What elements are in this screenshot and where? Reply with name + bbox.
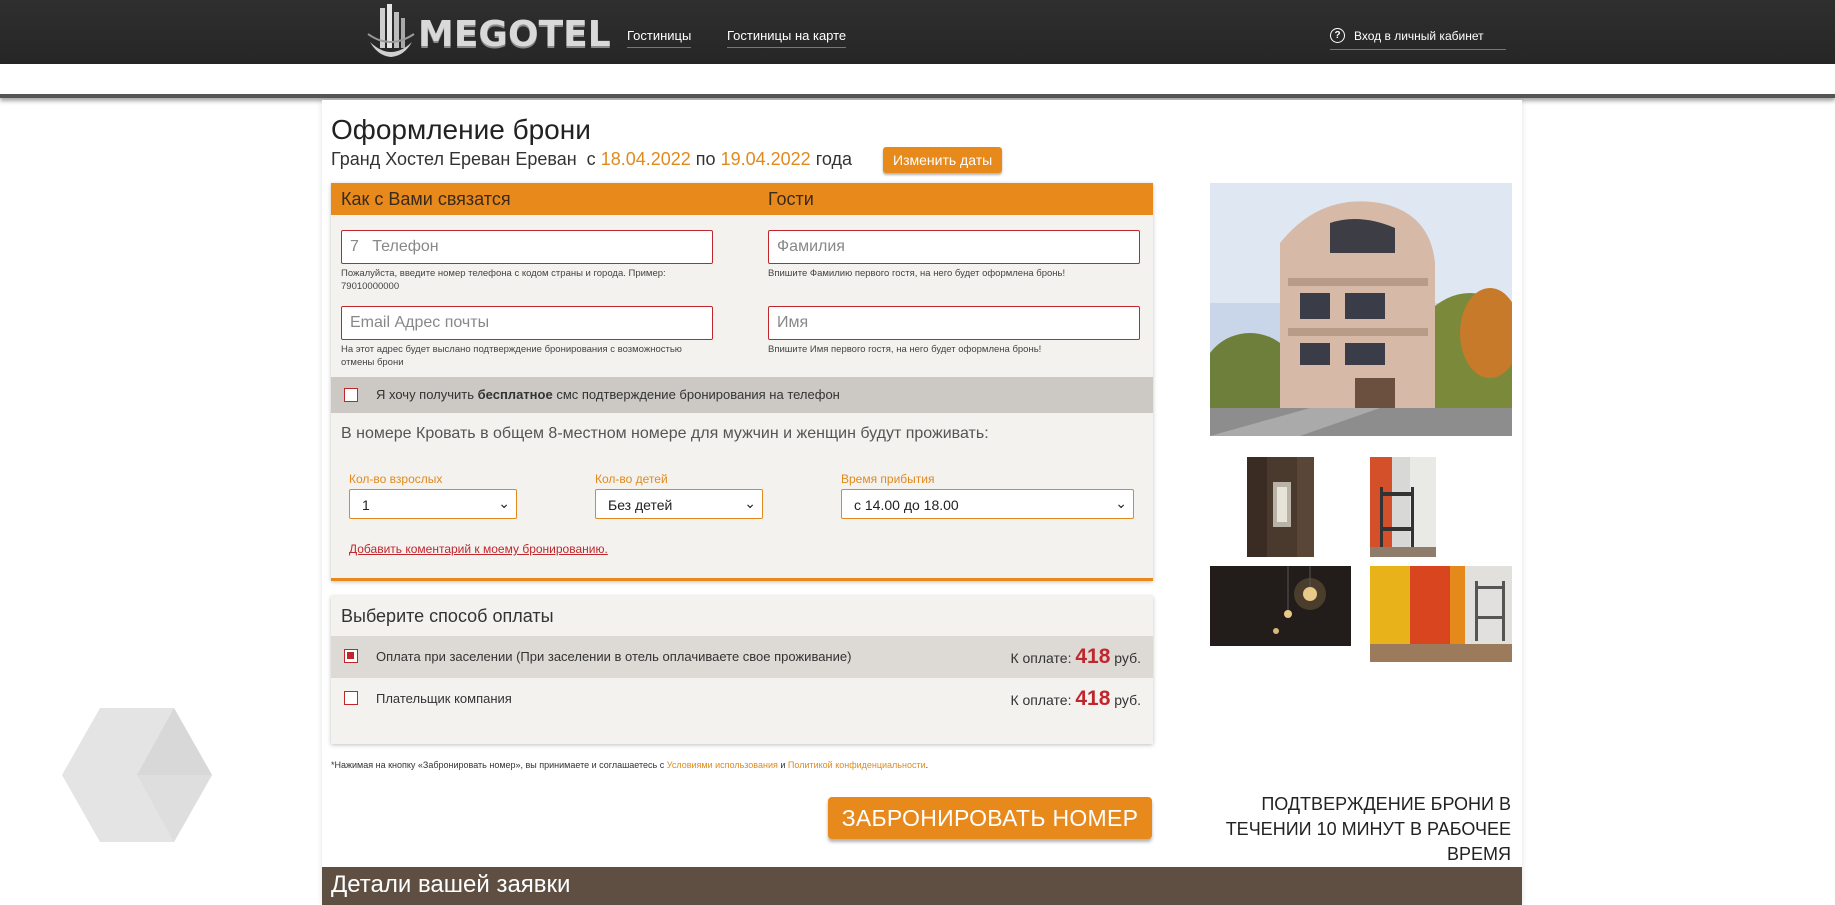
- hotel-name: Гранд Хостел Ереван Ереван: [331, 149, 577, 169]
- privacy-link[interactable]: Политикой конфиденциальности: [788, 760, 926, 770]
- to-prefix: по: [695, 149, 716, 169]
- phone-prefix: 7: [350, 238, 359, 255]
- email-placeholder: Email Адрес почты: [350, 314, 490, 331]
- payment-option-label: Плательщик компания: [376, 691, 512, 706]
- sms-label-after: смс подтверждение бронирования на телефо…: [556, 387, 840, 402]
- hotel-thumbnail-2[interactable]: [1370, 457, 1436, 557]
- payment-title: Выберите способ оплаты: [341, 606, 554, 626]
- name-field[interactable]: Имя: [768, 306, 1140, 340]
- phone-placeholder-text: Телефон: [372, 238, 439, 255]
- children-label: Кол-во детей: [595, 472, 668, 486]
- date-to: 19.04.2022: [720, 149, 811, 169]
- amount-label: К оплате:: [1010, 650, 1072, 666]
- phone-placeholder: 7 Телефон: [350, 238, 439, 256]
- hotel-lights-image: [1210, 566, 1351, 646]
- email-field[interactable]: Email Адрес почты: [341, 306, 713, 340]
- adults-value: 1: [362, 497, 370, 513]
- adults-select[interactable]: 1 ⌄: [349, 489, 517, 519]
- payment-on-arrival-checkbox[interactable]: [344, 649, 358, 663]
- amount-currency: руб.: [1114, 650, 1141, 666]
- terms-link[interactable]: Условиями использования: [667, 760, 778, 770]
- hotel-orange-room-image: [1370, 566, 1512, 662]
- phone-field[interactable]: 7 Телефон: [341, 230, 713, 264]
- sub-header-strip: [0, 64, 1835, 98]
- from-prefix: с: [586, 149, 596, 169]
- payment-company-checkbox[interactable]: [344, 691, 358, 705]
- surname-hint: Впишите Фамилию первого гостя, на него б…: [768, 268, 1066, 279]
- amount-currency: руб.: [1114, 692, 1141, 708]
- logo-text: MEGOTEL: [418, 14, 611, 55]
- details-section-header: Детали вашей заявки: [322, 867, 1522, 905]
- year-suffix: года: [815, 149, 852, 169]
- payment-amount: К оплате: 418 руб.: [1010, 645, 1141, 669]
- amount-value: 418: [1075, 687, 1111, 710]
- children-value: Без детей: [608, 497, 673, 513]
- sms-label-bold: бесплатное: [477, 387, 553, 402]
- email-hint: На этот адрес будет выслано подтверждени…: [341, 344, 682, 368]
- chevron-down-icon: ⌄: [1115, 495, 1127, 511]
- hotel-thumbnail-4[interactable]: [1370, 566, 1512, 662]
- payment-option-company[interactable]: Плательщик компания К оплате: 418 руб.: [331, 678, 1153, 720]
- arrival-value: с 14.00 до 18.00: [854, 497, 959, 513]
- sms-confirmation-row: Я хочу получить бесплатное смс подтвержд…: [331, 377, 1153, 413]
- booking-subtitle: Гранд Хостел Ереван Ереван с 18.04.2022 …: [331, 149, 852, 170]
- hotel-main-photo[interactable]: [1210, 183, 1512, 436]
- login-link[interactable]: ? Вход в личный кабинет: [1330, 27, 1506, 50]
- nav-hotels-map-link[interactable]: Гостиницы на карте: [727, 28, 847, 48]
- terms-agreement-text: *Нажимая на кнопку «Забронировать номер»…: [331, 760, 928, 770]
- page-title: Оформление брони: [331, 114, 591, 145]
- top-navigation-bar: MEGOTEL Гостиницы Гостиницы на карте ? В…: [0, 0, 1835, 64]
- adults-label: Кол-во взрослых: [349, 472, 443, 486]
- amount-label: К оплате:: [1010, 692, 1072, 708]
- agree-text: *Нажимая на кнопку «Забронировать номер»…: [331, 760, 665, 770]
- nav-hotels-link[interactable]: Гостиницы: [627, 28, 692, 48]
- arrival-time-select[interactable]: с 14.00 до 18.00 ⌄: [841, 489, 1134, 519]
- sms-label: Я хочу получить бесплатное смс подтвержд…: [376, 387, 840, 402]
- logo-building-icon: [367, 4, 415, 57]
- hotel-thumbnail-3[interactable]: [1210, 566, 1351, 646]
- chevron-down-icon: ⌄: [744, 495, 756, 511]
- agree-and: и: [780, 760, 786, 770]
- megotel-logo[interactable]: MEGOTEL: [366, 4, 611, 60]
- date-from: 18.04.2022: [600, 149, 691, 169]
- booking-form-card: Как с Вами связатся Гости 7 Телефон Пожа…: [331, 183, 1153, 581]
- surname-placeholder: Фамилия: [777, 238, 845, 255]
- sms-checkbox[interactable]: [344, 388, 358, 402]
- name-placeholder: Имя: [777, 314, 809, 331]
- payment-option-label: Оплата при заселении (При заселении в от…: [376, 649, 852, 664]
- contact-heading: Как с Вами связатся: [341, 189, 511, 209]
- confirmation-note: ПОДТВЕРЖДЕНИЕ БРОНИ В ТЕЧЕНИИ 10 МИНУТ В…: [1225, 794, 1511, 864]
- payment-amount: К оплате: 418 руб.: [1010, 687, 1141, 711]
- change-dates-button[interactable]: Изменить даты: [883, 147, 1003, 173]
- hotel-lamp-image: [1247, 457, 1314, 557]
- decorative-hexagon-icon: [62, 708, 212, 842]
- children-select[interactable]: Без детей ⌄: [595, 489, 763, 519]
- chevron-down-icon: ⌄: [498, 495, 510, 511]
- hotel-thumbnail-1[interactable]: [1247, 457, 1314, 557]
- amount-value: 418: [1075, 645, 1111, 668]
- arrival-label: Время прибытия: [841, 472, 935, 486]
- payment-option-on-arrival[interactable]: Оплата при заселении (При заселении в от…: [331, 636, 1153, 678]
- sms-label-before: Я хочу получить: [376, 387, 475, 402]
- payment-method-card: Выберите способ оплаты Оплата при заселе…: [331, 596, 1153, 744]
- hotel-building-image: [1210, 183, 1512, 436]
- room-occupants-text: В номере Кровать в общем 8-местном номер…: [341, 425, 989, 442]
- form-card-header: Как с Вами связатся Гости: [331, 183, 1153, 215]
- details-heading: Детали вашей заявки: [331, 871, 571, 898]
- name-hint: Впишите Имя первого гостя, на него будет…: [768, 344, 1042, 355]
- add-comment-link[interactable]: Добавить коментарий к моему бронированию…: [349, 542, 608, 556]
- agree-end: .: [925, 760, 929, 770]
- login-label: Вход в личный кабинет: [1354, 29, 1484, 43]
- guests-heading: Гости: [768, 189, 814, 209]
- hotel-bunk-room-image: [1370, 457, 1436, 557]
- book-room-button[interactable]: ЗАБРОНИРОВАТЬ НОМЕР: [828, 797, 1152, 839]
- surname-field[interactable]: Фамилия: [768, 230, 1140, 264]
- phone-hint: Пожалуйста, введите номер телефона с код…: [341, 268, 666, 292]
- question-circle-icon: ?: [1330, 28, 1345, 43]
